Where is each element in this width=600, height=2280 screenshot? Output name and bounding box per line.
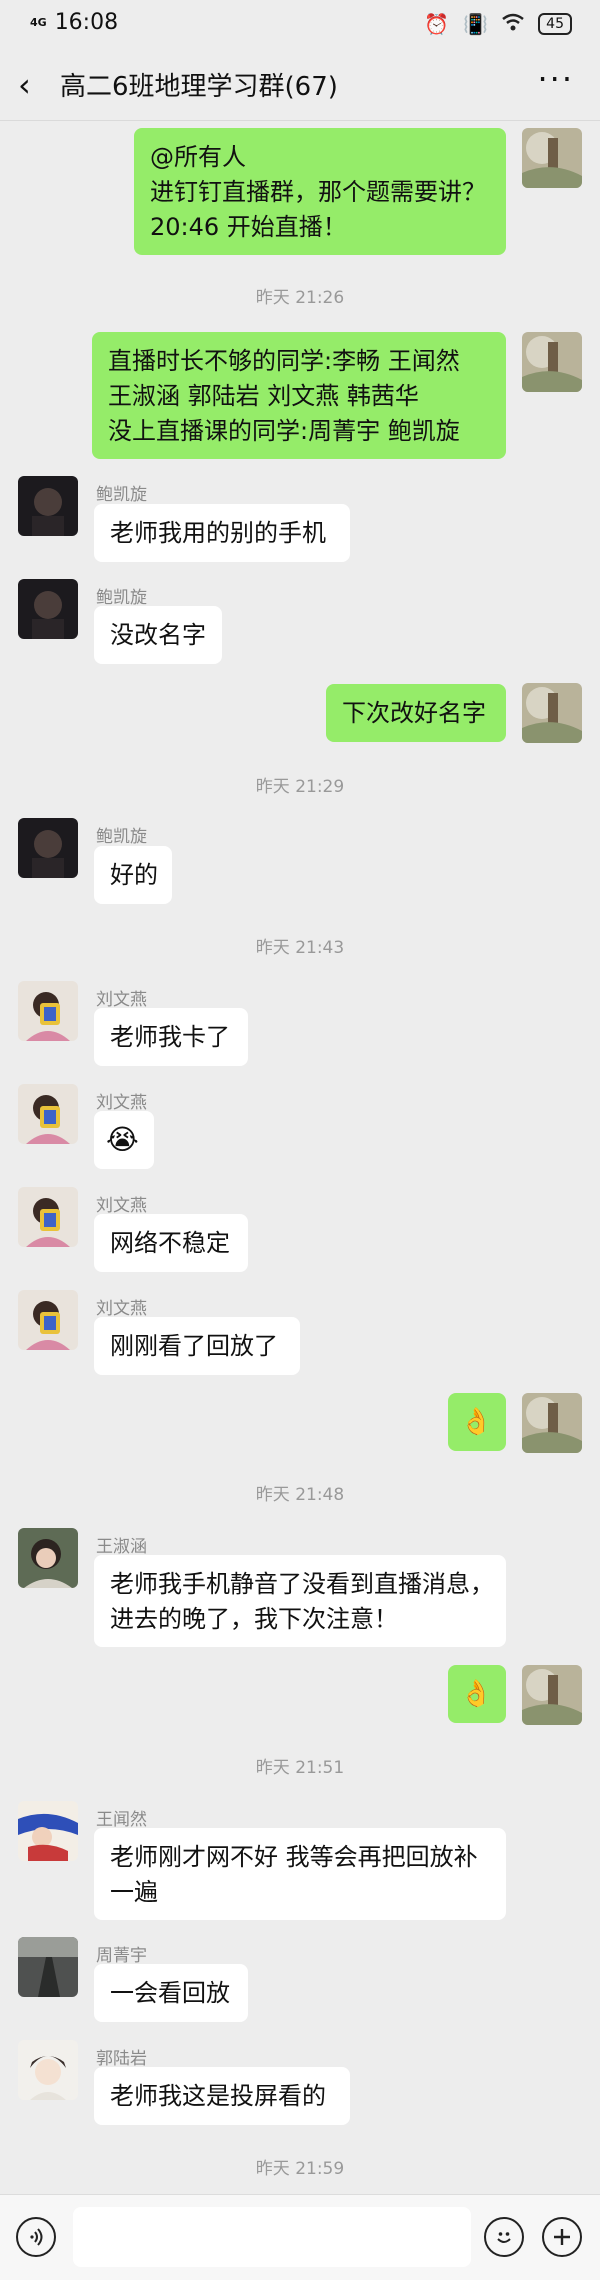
status-time: 16:08 [54, 10, 119, 35]
my-avatar[interactable] [522, 332, 582, 392]
message-line: 老师我卡了 [110, 1023, 230, 1051]
message-line: 直播时长不够的同学:李畅 王闻然 [108, 347, 460, 375]
my-avatar[interactable] [522, 128, 582, 188]
sender-name: 刘文燕 [96, 990, 147, 1010]
timestamp: 昨天 21:51 [255, 1758, 345, 1778]
message-line: 老师我手机静音了没看到直播消息， [110, 1570, 494, 1598]
chevron-left-icon[interactable]: ‹ [18, 66, 31, 104]
timestamp: 昨天 21:43 [255, 938, 345, 958]
sender-avatar[interactable] [18, 2040, 78, 2100]
sender-avatar[interactable] [18, 579, 78, 639]
message-bubble[interactable]: 直播时长不够的同学:李畅 王闻然 王淑涵 郭陆岩 刘文燕 韩茜华 没上直播课的同… [92, 332, 506, 459]
message-bubble[interactable]: 好的 [94, 846, 172, 904]
timestamp: 昨天 21:59 [255, 2159, 345, 2179]
message-bubble[interactable]: @所有人 进钉钉直播群，那个题需要讲？ 20:46 开始直播！ [134, 128, 506, 255]
message-line: 进钉钉直播群，那个题需要讲？ [150, 178, 486, 206]
battery-indicator: 45 [538, 13, 572, 35]
message-line: 刚刚看了回放了 [110, 1332, 278, 1360]
sender-name: 刘文燕 [96, 1299, 147, 1319]
sender-name: 鲍凯旋 [96, 827, 147, 847]
wifi-icon [502, 12, 524, 36]
message-bubble[interactable]: 网络不稳定 [94, 1214, 248, 1272]
message-bubble[interactable]: 一会看回放 [94, 1964, 248, 2022]
sender-name: 郭陆岩 [96, 2049, 147, 2069]
sender-avatar[interactable] [18, 1084, 78, 1144]
ok-hand-icon: 👌 [460, 1407, 493, 1437]
plus-icon[interactable] [542, 2217, 582, 2257]
message-input[interactable] [73, 2207, 471, 2267]
chat-header: ‹ 高二6班地理学习群(67) ··· [0, 48, 600, 121]
sender-avatar[interactable] [18, 1187, 78, 1247]
message-line: @所有人 [150, 143, 246, 171]
message-bubble[interactable]: 👌 [448, 1393, 506, 1451]
sender-name: 鲍凯旋 [96, 485, 147, 505]
message-bubble[interactable]: 刚刚看了回放了 [94, 1317, 300, 1375]
message-bubble[interactable]: 😭 [94, 1111, 154, 1169]
message-bubble[interactable]: 老师我卡了 [94, 1008, 248, 1066]
message-line: 好的 [110, 861, 158, 889]
my-avatar[interactable] [522, 1393, 582, 1453]
message-bubble[interactable]: 老师刚才网不好 我等会再把回放补 一遍 [94, 1828, 506, 1920]
input-bar [0, 2194, 600, 2280]
message-line: 20:46 开始直播！ [150, 213, 347, 241]
timestamp: 昨天 21:26 [255, 288, 345, 308]
message-line: 进去的晚了，我下次注意！ [110, 1605, 398, 1633]
ok-hand-icon: 👌 [460, 1679, 493, 1709]
message-line: 老师我用的别的手机 [110, 519, 326, 547]
sender-name: 王淑涵 [96, 1537, 147, 1557]
message-line: 没上直播课的同学:周菁宇 鲍凯旋 [108, 417, 460, 445]
sender-name: 鲍凯旋 [96, 588, 147, 608]
message-bubble[interactable]: 👌 [448, 1665, 506, 1723]
timestamp: 昨天 21:48 [255, 1485, 345, 1505]
message-bubble[interactable]: 老师我手机静音了没看到直播消息， 进去的晚了，我下次注意！ [94, 1555, 506, 1647]
sender-name: 王闻然 [96, 1810, 147, 1830]
sender-name: 周菁宇 [96, 1946, 147, 1966]
message-line: 王淑涵 郭陆岩 刘文燕 韩茜华 [108, 382, 419, 410]
timestamp: 昨天 21:29 [255, 777, 345, 797]
sender-avatar[interactable] [18, 818, 78, 878]
network-indicator: 4G [30, 15, 47, 29]
sender-name: 刘文燕 [96, 1093, 147, 1113]
message-line: 一遍 [110, 1878, 158, 1906]
crying-emoji-icon: 😭 [106, 1123, 139, 1156]
message-bubble[interactable]: 老师我用的别的手机 [94, 504, 350, 562]
message-line: 下次改好名字 [342, 699, 486, 727]
message-line: 老师我这是投屏看的 [110, 2082, 326, 2110]
sender-avatar[interactable] [18, 1528, 78, 1588]
my-avatar[interactable] [522, 1665, 582, 1725]
message-line: 没改名字 [110, 621, 206, 649]
voice-icon[interactable] [16, 2217, 56, 2257]
sender-avatar[interactable] [18, 1937, 78, 1997]
emoji-icon[interactable] [484, 2217, 524, 2257]
status-bar: 4G 16:08 ⏰ 📳 45 [0, 0, 600, 48]
message-bubble[interactable]: 老师我这是投屏看的 [94, 2067, 350, 2125]
my-avatar[interactable] [522, 683, 582, 743]
sender-avatar[interactable] [18, 1290, 78, 1350]
message-bubble[interactable]: 下次改好名字 [326, 684, 506, 742]
sender-avatar[interactable] [18, 981, 78, 1041]
message-bubble[interactable]: 没改名字 [94, 606, 222, 664]
message-line: 网络不稳定 [110, 1229, 230, 1257]
sender-name: 刘文燕 [96, 1196, 147, 1216]
vibrate-icon: 📳 [463, 12, 489, 36]
sender-avatar[interactable] [18, 1801, 78, 1861]
more-icon[interactable]: ··· [537, 60, 574, 98]
alarm-icon: ⏰ [424, 12, 450, 36]
chat-title: 高二6班地理学习群(67) [60, 72, 338, 102]
sender-avatar[interactable] [18, 476, 78, 536]
message-line: 老师刚才网不好 我等会再把回放补 [110, 1843, 478, 1871]
message-line: 一会看回放 [110, 1979, 230, 2007]
